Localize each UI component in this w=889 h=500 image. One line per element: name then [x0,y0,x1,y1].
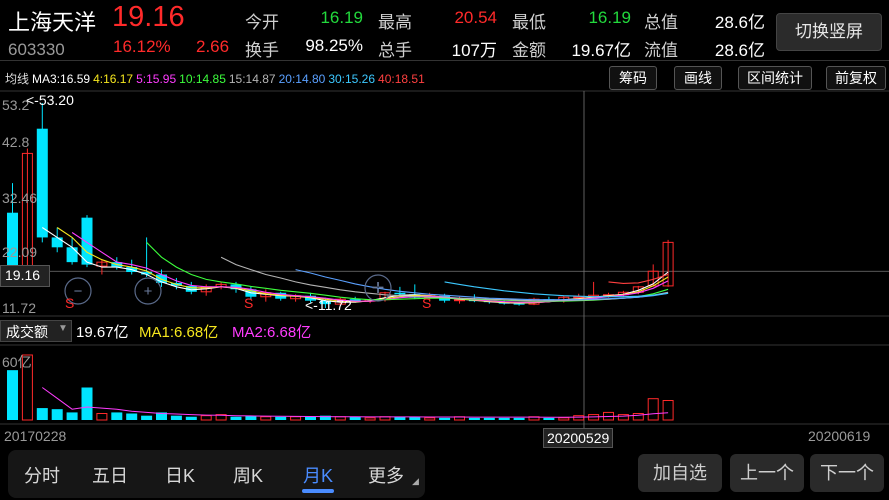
volume-ma2: MA2:6.68亿 [232,324,312,341]
low-annotation: <-11.72 [305,297,352,313]
current-price-label: 19.16 [5,267,41,283]
volume-bar [305,416,316,420]
volume-ma-line [42,387,669,418]
zoom-control-glyph: ✛ [372,280,385,297]
zoom-control-glyph: − [74,283,83,300]
tab-5[interactable]: 更多 [364,462,408,488]
volume-ma1: MA1:6.68亿 [139,324,219,341]
volume-bar [662,400,674,421]
volume-bar [230,416,242,420]
volume-bar [141,415,153,420]
volume-bar [126,413,138,420]
tab-4[interactable]: 月K [296,462,340,488]
volume-bar [111,412,123,420]
candle-body [573,296,585,299]
price-axis-label: 32.46 [2,190,38,206]
candle-body [36,128,48,238]
kline-chart[interactable]: − + ✛ S S S [0,0,889,450]
date-end: 20200619 [808,428,871,444]
high-annotation: <-53.20 [26,92,74,108]
ma-line [444,281,669,298]
date-cursor: 20200529 [543,428,614,448]
volume-bar [617,414,629,421]
volume-bar [647,398,659,421]
volume-bar [364,417,376,421]
price-axis-label: 42.8 [2,134,30,150]
volume-bar [573,415,585,421]
volume-bar [498,417,510,420]
period-tab-bar [8,450,425,498]
chevron-down-icon: ▼ [58,323,68,334]
date-start: 20170228 [4,428,67,444]
volume-bar [96,413,108,421]
volume-bar [439,417,451,420]
candle-body [394,292,406,295]
volume-bar [290,416,302,421]
next-stock-button[interactable]: 下一个 [810,454,884,492]
sell-signal-marker: S [422,295,431,311]
volume-axis-top: 60亿 [2,354,32,370]
candle-body [51,237,63,248]
prev-stock-button[interactable]: 上一个 [730,454,804,492]
more-corner-icon: ◢ [412,476,419,486]
volume-bar [36,408,48,420]
sell-signal-marker: S [244,295,253,311]
price-axis-label: 11.72 [2,300,36,316]
volume-bar [513,417,525,420]
volume-bar [66,412,78,420]
volume-bar [468,417,480,420]
volume-value: 19.67亿 [76,324,129,341]
volume-bar [185,416,197,420]
volume-bar [275,416,287,420]
volume-bar [200,415,212,421]
tab-1[interactable]: 五日 [88,462,132,488]
tab-2[interactable]: 日K [158,462,202,488]
volume-bar [260,416,272,421]
volume-bar [543,417,555,420]
volume-bar [483,417,495,420]
candle-body [66,247,78,263]
volume-bar [170,415,182,420]
tab-0[interactable]: 分时 [20,462,64,488]
volume-bar [81,387,93,420]
volume-title: 成交额 [6,324,48,340]
volume-bar [7,370,18,420]
zoom-control-glyph: + [144,283,153,300]
tab-3[interactable]: 周K [226,462,270,488]
volume-bar [558,417,570,421]
sell-signal-marker: S [65,295,74,311]
active-tab-indicator [302,489,334,493]
candle-body [513,303,525,305]
price-axis-label: 22.09 [2,244,38,260]
volume-bar [424,417,436,421]
volume-bar [51,409,63,420]
add-favorite-button[interactable]: 加自选 [638,454,722,492]
